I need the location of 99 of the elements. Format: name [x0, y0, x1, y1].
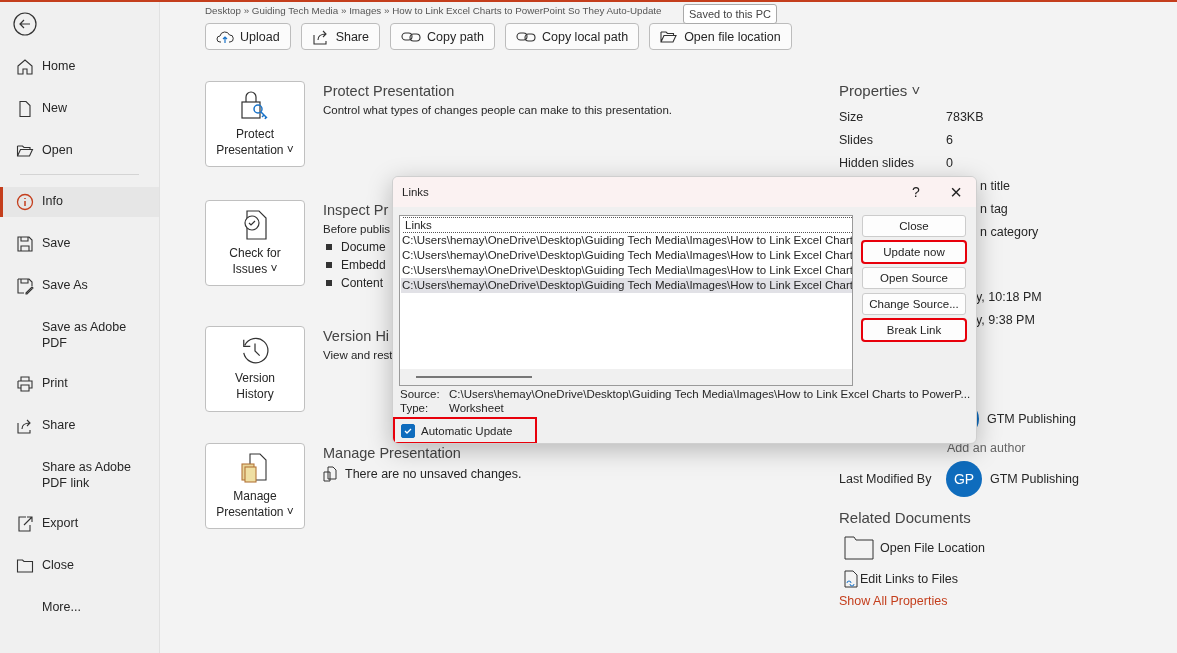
bullet-text: Docume	[341, 240, 386, 254]
section-title: Version Hi	[323, 328, 391, 344]
sidebar-item[interactable]: Close	[0, 551, 159, 581]
link-row[interactable]: C:\Users\hemay\OneDrive\Desktop\Guiding Tech Media\Images\How to Link Excel Chart	[401, 263, 852, 278]
tile-button[interactable]: Version History	[205, 326, 305, 412]
property-label: Size	[839, 109, 865, 124]
tooltip: Saved to this PC	[683, 4, 777, 24]
link-row[interactable]: C:\Users\hemay\OneDrive\Desktop\Guiding Tech Media\Images\How to Link Excel Chart	[401, 248, 852, 263]
folder-icon	[16, 142, 34, 160]
sidebar-item[interactable]: Save As	[0, 271, 159, 301]
property-value: 783KB	[946, 109, 984, 124]
link-icon	[515, 30, 536, 43]
breadcrumb: Desktop » Guiding Tech Media » Images » How to Link Excel Charts to PowerPoint So They Auto-Update	[205, 4, 662, 17]
section-description: Before publis	[323, 223, 391, 235]
property-value[interactable]: n category	[980, 224, 1039, 239]
dialog-button[interactable]: Close	[862, 215, 966, 237]
dialog-button[interactable]: Open Source	[862, 267, 966, 289]
folder-icon	[844, 536, 874, 560]
document-link-icon	[844, 570, 858, 588]
type-value: Worksheet	[449, 402, 504, 414]
sidebar-item[interactable]: Share as Adobe PDF link	[0, 453, 159, 497]
info-icon	[16, 193, 34, 211]
sidebar-item[interactable]: Export	[0, 509, 159, 539]
property-value[interactable]: n tag	[980, 201, 1008, 216]
property-label: Slides	[839, 132, 875, 147]
column-header: Links	[403, 217, 852, 233]
cloud-upload-icon	[216, 29, 234, 44]
tile-button[interactable]: Manage Presentation ˅	[205, 443, 305, 529]
show-all-link[interactable]: Show All Properties	[839, 594, 1177, 608]
source-path: C:\Users\hemay\OneDrive\Desktop\Guiding Tech Media\Images\How to Link Excel Charts to PowerP...	[449, 388, 971, 400]
tile-button[interactable]: Protect Presentation ˅	[205, 81, 305, 167]
clock-history-icon	[240, 336, 270, 366]
link-row[interactable]: C:\Users\hemay\OneDrive\Desktop\Guiding Tech Media\Images\How to Link Excel Chart	[401, 278, 852, 293]
dialog-title: Links	[402, 186, 429, 198]
person-name: GTM Publishing	[987, 412, 1076, 426]
property-value: 6	[946, 132, 953, 147]
toolbar-button[interactable]: Copy path	[390, 23, 495, 50]
property-value: 0	[946, 155, 953, 170]
property-label: Hidden slides	[839, 155, 916, 170]
dialog-button[interactable]: Break Link	[862, 319, 966, 341]
property-value[interactable]: n title	[980, 178, 1010, 193]
field-label: Source:	[400, 388, 441, 400]
section-title: Related Documents	[839, 509, 972, 526]
properties-heading[interactable]: Properties ˅	[839, 82, 1177, 99]
bullet-text: Embedd	[341, 258, 386, 272]
scrollbar-thumb[interactable]	[416, 376, 532, 378]
related-link[interactable]: Open File Location	[880, 541, 985, 555]
sidebar-item[interactable]: Home	[0, 52, 159, 82]
horizontal-scrollbar[interactable]	[400, 369, 852, 385]
sidebar-item[interactable]: Print	[0, 369, 159, 399]
document-icon	[16, 100, 34, 118]
avatar: GP	[946, 461, 982, 497]
section-description: Control what types of changes people can make to this presentation.	[323, 104, 673, 116]
section-description: View and rest	[323, 349, 393, 361]
close-button[interactable]: ×	[936, 179, 976, 205]
folder-icon	[16, 557, 34, 575]
checkbox[interactable]	[401, 423, 415, 438]
person-name: GTM Publishing	[990, 472, 1079, 486]
field-label: Type:	[400, 402, 430, 414]
share-icon	[16, 417, 34, 435]
tile-button[interactable]: Check for Issues ˅	[205, 200, 305, 286]
floppy-pencil-icon	[16, 277, 34, 295]
status-text: There are no unsaved changes.	[345, 467, 522, 481]
section-title: Inspect Pr	[323, 202, 390, 218]
dialog-button[interactable]: Change Source...	[862, 293, 966, 315]
section-title: Protect Presentation	[323, 83, 456, 99]
documents-icon	[240, 452, 270, 484]
toolbar-button[interactable]: Copy local path	[504, 23, 640, 50]
documents-icon	[323, 466, 337, 482]
home-icon	[16, 58, 34, 76]
sidebar-item[interactable]: Save	[0, 229, 159, 259]
sidebar-item[interactable]: Info	[0, 187, 159, 217]
sidebar-item[interactable]: New	[0, 94, 159, 124]
share-icon	[311, 28, 330, 45]
export-icon	[16, 515, 34, 533]
bullet-icon	[326, 262, 332, 268]
dialog-button[interactable]: Update now	[862, 241, 966, 263]
toolbar-button[interactable]: Upload	[205, 23, 291, 50]
property-label: Last Modified By	[839, 472, 933, 486]
lock-key-icon	[240, 90, 270, 122]
folder-icon	[660, 29, 679, 44]
sidebar-item[interactable]: Open	[0, 136, 159, 166]
link-row[interactable]: C:\Users\hemay\OneDrive\Desktop\Guiding Tech Media\Images\How to Link Excel Chart	[401, 233, 852, 248]
sidebar-item[interactable]: Share	[0, 411, 159, 441]
toolbar-button[interactable]: Open file location	[649, 23, 792, 50]
bullet-text: Content	[341, 276, 384, 290]
back-icon[interactable]	[13, 12, 37, 36]
related-link[interactable]: Edit Links to Files	[860, 572, 958, 586]
sidebar-item[interactable]: Save as Adobe PDF	[0, 313, 159, 357]
sidebar-item[interactable]: More...	[0, 593, 159, 623]
toolbar-button[interactable]: Share	[300, 23, 380, 50]
floppy-icon	[16, 235, 34, 253]
bullet-icon	[326, 244, 332, 250]
bullet-icon	[326, 280, 332, 286]
automatic-update-checkbox[interactable]: Automatic Update	[393, 417, 537, 443]
link-icon	[401, 30, 421, 43]
printer-icon	[16, 375, 34, 393]
section-title: Manage Presentation	[323, 445, 462, 461]
help-button[interactable]: ?	[896, 179, 936, 205]
